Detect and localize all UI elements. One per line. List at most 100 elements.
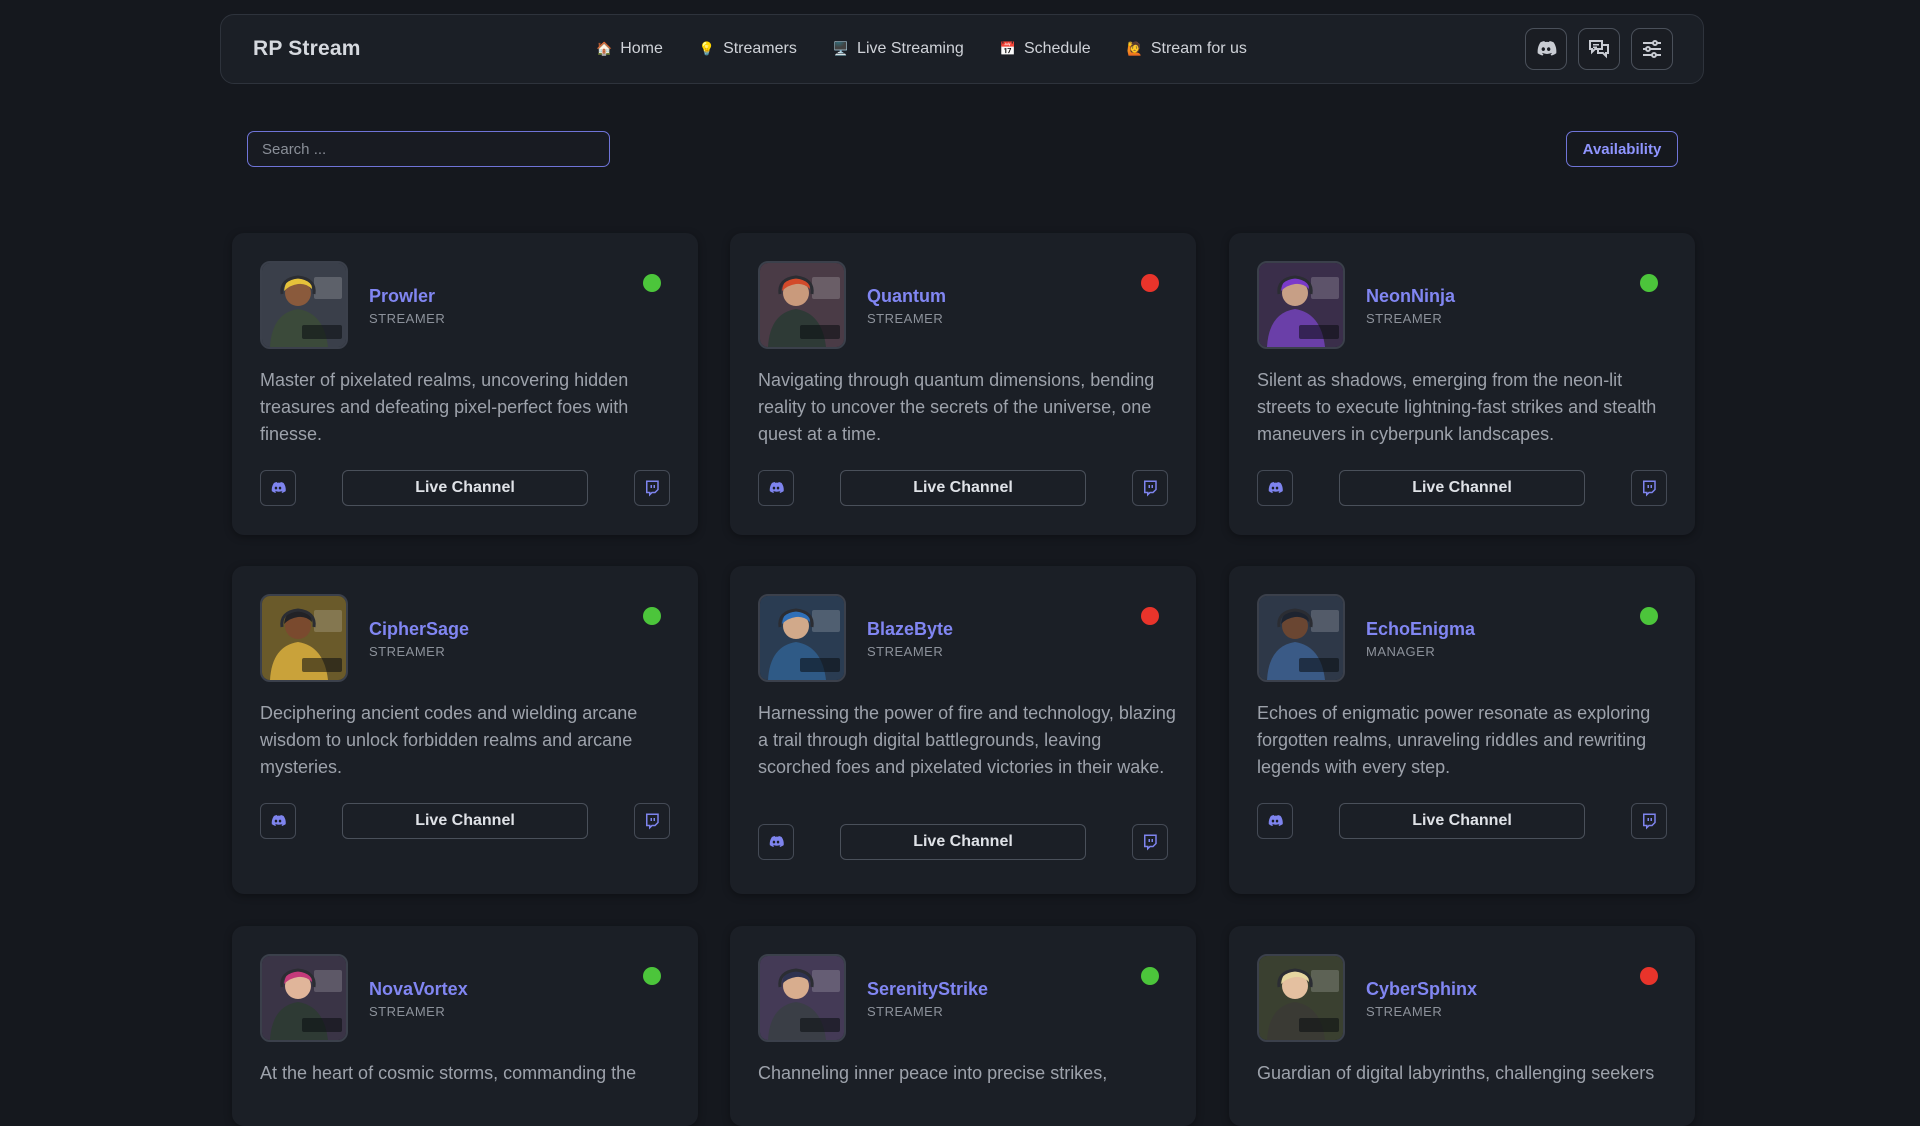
card-actions: Live Channel [758,470,1168,506]
nav-home[interactable]: 🏠 Home [596,40,663,58]
twitch-link-button[interactable] [1132,824,1168,860]
discord-icon [271,815,286,826]
streamer-role: STREAMER [867,644,944,659]
discord-link-button[interactable] [1257,803,1293,839]
streamer-name[interactable]: CyberSphinx [1366,979,1477,1000]
twitch-link-button[interactable] [634,470,670,506]
streamer-name[interactable]: NovaVortex [369,979,468,1000]
nav-streamers-label: Streamers [723,40,797,57]
card-actions: Live Channel [1257,803,1667,839]
streamer-name[interactable]: CipherSage [369,619,469,640]
avatar [260,954,348,1042]
sliders-icon [1643,40,1661,58]
lightbulb-icon: 💡 [698,41,716,56]
streamer-description: Echoes of enigmatic power resonate as ex… [1257,703,1651,777]
discord-icon [271,482,286,493]
nav-stream-for-us[interactable]: 🙋 Stream for us [1127,40,1247,58]
streamer-name[interactable]: Prowler [369,286,435,307]
live-channel-button[interactable]: Live Channel [1339,470,1585,506]
streamer-card: Quantum STREAMER Navigating through quan… [730,233,1196,535]
status-online-dot [1141,967,1159,985]
discord-button[interactable] [1525,28,1567,70]
card-actions: Live Channel [1257,470,1667,506]
twitch-icon [646,480,659,497]
streamer-description: Harnessing the power of fire and technol… [758,703,1176,777]
streamer-name[interactable]: EchoEnigma [1366,619,1475,640]
home-icon: 🏠 [596,41,613,56]
streamer-role: STREAMER [1366,1004,1443,1019]
status-online-dot [643,607,661,625]
streamer-avatar-icon [760,263,844,347]
streamer-avatar-icon [1259,956,1343,1040]
streamer-avatar-icon [760,956,844,1040]
top-navbar: RP Stream 🏠 Home 💡 Streamers 🖥️ Live Str… [220,14,1704,84]
twitch-link-button[interactable] [1132,470,1168,506]
streamer-name[interactable]: NeonNinja [1366,286,1455,307]
nav-links: 🏠 Home 💡 Streamers 🖥️ Live Streaming 📅 S… [596,15,1283,83]
avatar [758,261,846,349]
streamer-description: Master of pixelated realms, uncovering h… [260,370,629,444]
nav-streamers[interactable]: 💡 Streamers [699,40,797,58]
live-channel-button[interactable]: Live Channel [342,470,588,506]
discord-link-button[interactable] [758,470,794,506]
streamer-name[interactable]: Quantum [867,286,946,307]
twitch-icon [1144,834,1157,851]
streamer-name[interactable]: SerenityStrike [867,979,988,1000]
streamer-avatar-icon [262,956,346,1040]
nav-schedule[interactable]: 📅 Schedule [1000,40,1091,58]
live-channel-button[interactable]: Live Channel [1339,803,1585,839]
streamer-role: STREAMER [369,1004,446,1019]
streamer-card: NeonNinja STREAMER Silent as shadows, em… [1229,233,1695,535]
settings-sliders-button[interactable] [1631,28,1673,70]
search-input[interactable] [247,131,610,167]
streamer-card: SerenityStrike STREAMER Channeling inner… [730,926,1196,1126]
nav-live-streaming[interactable]: 🖥️ Live Streaming [833,40,964,58]
discord-link-button[interactable] [758,824,794,860]
live-channel-button[interactable]: Live Channel [840,470,1086,506]
streamer-card: EchoEnigma MANAGER Echoes of enigmatic p… [1229,566,1695,894]
discord-link-button[interactable] [260,470,296,506]
streamer-card: BlazeByte STREAMER Harnessing the power … [730,566,1196,894]
status-offline-dot [1141,274,1159,292]
streamer-role: MANAGER [1366,644,1436,659]
nav-icon-buttons [1525,28,1673,70]
live-channel-button[interactable]: Live Channel [840,824,1086,860]
avatar [758,594,846,682]
twitch-link-button[interactable] [634,803,670,839]
streamer-avatar-icon [1259,596,1343,680]
streamer-role: STREAMER [369,644,446,659]
discord-icon [769,836,784,847]
discord-link-button[interactable] [1257,470,1293,506]
availability-button[interactable]: Availability [1566,131,1678,167]
live-channel-button[interactable]: Live Channel [342,803,588,839]
streamer-name[interactable]: BlazeByte [867,619,953,640]
twitch-link-button[interactable] [1631,803,1667,839]
streamer-avatar-icon [262,596,346,680]
chat-button[interactable] [1578,28,1620,70]
twitch-icon [646,813,659,830]
brand-logo[interactable]: RP Stream [253,37,361,61]
card-actions: Live Channel [260,470,670,506]
discord-icon [1268,482,1283,493]
twitch-link-button[interactable] [1631,470,1667,506]
status-online-dot [1640,274,1658,292]
twitch-icon [1144,480,1157,497]
twitch-icon [1643,813,1656,830]
streamer-description: Navigating through quantum dimensions, b… [758,370,1155,444]
avatar [260,594,348,682]
card-actions: Live Channel [758,824,1168,860]
nav-live-streaming-label: Live Streaming [857,40,964,57]
status-online-dot [643,274,661,292]
streamer-description: Deciphering ancient codes and wielding a… [260,703,638,777]
streamer-card: NovaVortex STREAMER At the heart of cosm… [232,926,698,1126]
streamer-role: STREAMER [867,311,944,326]
streamer-role: STREAMER [369,311,446,326]
status-offline-dot [1640,967,1658,985]
streamer-card: CipherSage STREAMER Deciphering ancient … [232,566,698,894]
nav-home-label: Home [620,40,663,57]
status-online-dot [1640,607,1658,625]
calendar-icon: 📅 [999,41,1016,56]
twitch-icon [1643,480,1656,497]
streamer-role: STREAMER [867,1004,944,1019]
discord-link-button[interactable] [260,803,296,839]
